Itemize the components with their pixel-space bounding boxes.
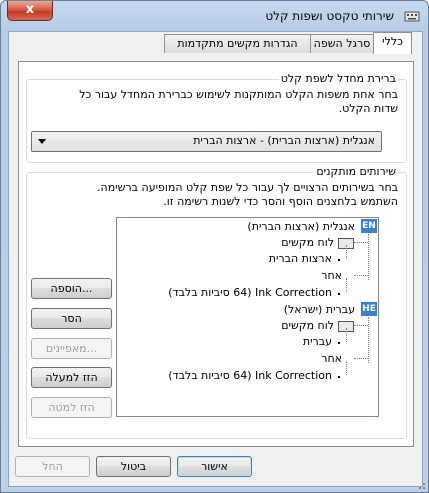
default-language-select-value: אנגלית (ארצות הברית) - ארצות הברית — [193, 134, 375, 147]
tree-connector — [354, 275, 368, 276]
language-badge: EN — [361, 219, 377, 233]
apply-button[interactable]: החל — [15, 456, 90, 477]
close-button[interactable]: x — [7, 1, 53, 21]
tree-node-label: לוח מקשים — [281, 236, 334, 249]
tree-language-node[interactable]: HE עברית (ישראל) — [127, 302, 377, 317]
installed-services-group-title: שירותים מותקנים — [314, 165, 398, 178]
tree-connector — [354, 358, 368, 359]
tree-node-label: אחר — [321, 269, 342, 282]
tree-language-node[interactable]: EN אנגלית (ארצות הברית) — [127, 219, 377, 234]
tree-category-node[interactable]: לוח מקשים — [134, 318, 354, 333]
tree-connector — [368, 234, 369, 280]
chevron-down-icon — [38, 139, 46, 144]
default-language-group-title: ברירת מחדל לשפת קלט — [278, 72, 398, 85]
add-button[interactable]: הוספה... — [31, 278, 112, 299]
installed-services-group: שירותים מותקנים בחר בשירותים הרצויים לך … — [26, 165, 407, 439]
tab-general[interactable]: כללי — [373, 32, 412, 54]
remove-button[interactable]: הסר — [31, 308, 112, 329]
dialog-window: x שירותי טקסט ושפות קלט כללי סרגל השפה ה… — [0, 0, 429, 493]
title-bar[interactable]: x שירותי טקסט ושפות קלט — [1, 1, 428, 31]
installed-services-description-line1: בחר בשירותים הרצויים לך עבור כל שפת קלט … — [97, 181, 398, 194]
dialog-client-area: כללי סרגל השפה הגדרות מקשים מתקדמות בריר… — [8, 31, 423, 487]
default-language-group: ברירת מחדל לשפת קלט בחר אחת משפות הקלט ה… — [26, 72, 407, 163]
tree-connector — [346, 278, 347, 292]
bullet-icon — [338, 342, 340, 344]
bullet-icon — [338, 376, 340, 378]
tree-connector — [346, 361, 347, 375]
default-language-description-line1: בחר אחת משפות הקלט המותקנות לשימוש כבריר… — [79, 88, 398, 101]
cancel-button[interactable]: ביטול — [96, 456, 171, 477]
window-title: שירותי טקסט ושפות קלט — [265, 9, 394, 23]
tree-item-node[interactable]: עברית — [130, 334, 340, 349]
tree-connector — [354, 242, 368, 243]
tree-connector — [368, 317, 369, 363]
move-down-button[interactable]: הזז למטה — [31, 397, 112, 418]
properties-button[interactable]: מאפיינים... — [31, 338, 112, 359]
tab-advanced-key-settings[interactable]: הגדרות מקשים מתקדמות — [164, 34, 311, 53]
installed-services-description: בחר בשירותים הרצויים לך עבור כל שפת קלט … — [33, 181, 398, 209]
tree-node-label: אחר — [321, 352, 342, 365]
bullet-icon — [338, 259, 340, 261]
tree-category-node[interactable]: אחר — [140, 268, 350, 283]
installed-services-tree[interactable]: EN אנגלית (ארצות הברית) לוח מקשים ארצות … — [116, 217, 379, 417]
tree-connector — [346, 245, 347, 259]
tree-item-node[interactable]: Ink Correction (64 סיביות בלבד) — [130, 285, 340, 300]
tab-language-bar[interactable]: סרגל השפה — [310, 34, 374, 53]
bullet-icon — [338, 293, 340, 295]
language-badge: HE — [361, 302, 377, 316]
move-up-button[interactable]: הזז למעלה — [31, 367, 112, 388]
default-language-description: בחר אחת משפות הקלט המותקנות לשימוש כבריר… — [38, 88, 398, 116]
default-language-description-line2: שדות הקלט. — [338, 102, 398, 115]
tree-node-label: Ink Correction (64 סיביות בלבד) — [168, 286, 332, 299]
tree-category-node[interactable]: אחר — [140, 351, 350, 366]
default-language-select[interactable]: אנגלית (ארצות הברית) - ארצות הברית — [31, 131, 382, 152]
resize-grip-icon[interactable] — [416, 480, 426, 490]
ok-button[interactable]: אישור — [177, 456, 252, 477]
tree-node-label: אנגלית (ארצות הברית) — [247, 220, 355, 233]
tree-connector — [354, 325, 368, 326]
tree-node-label: עברית — [302, 335, 332, 348]
keyboard-language-icon — [404, 11, 420, 22]
tree-connector — [346, 328, 347, 342]
tab-panel-general: ברירת מחדל לשפת קלט בחר אחת משפות הקלט ה… — [18, 61, 414, 447]
tree-node-label: ארצות הברית — [268, 252, 332, 265]
installed-services-description-line2: השתמש בלחצנים הוסף והסר כדי לשנות רשימה … — [163, 195, 398, 208]
tree-node-label: לוח מקשים — [281, 319, 334, 332]
tree-node-label: עברית (ישראל) — [283, 303, 355, 316]
tree-item-node[interactable]: ארצות הברית — [130, 251, 340, 266]
tree-item-node[interactable]: Ink Correction (64 סיביות בלבד) — [130, 368, 340, 383]
tree-category-node[interactable]: לוח מקשים — [134, 235, 354, 250]
tree-node-label: Ink Correction (64 סיביות בלבד) — [168, 369, 332, 382]
